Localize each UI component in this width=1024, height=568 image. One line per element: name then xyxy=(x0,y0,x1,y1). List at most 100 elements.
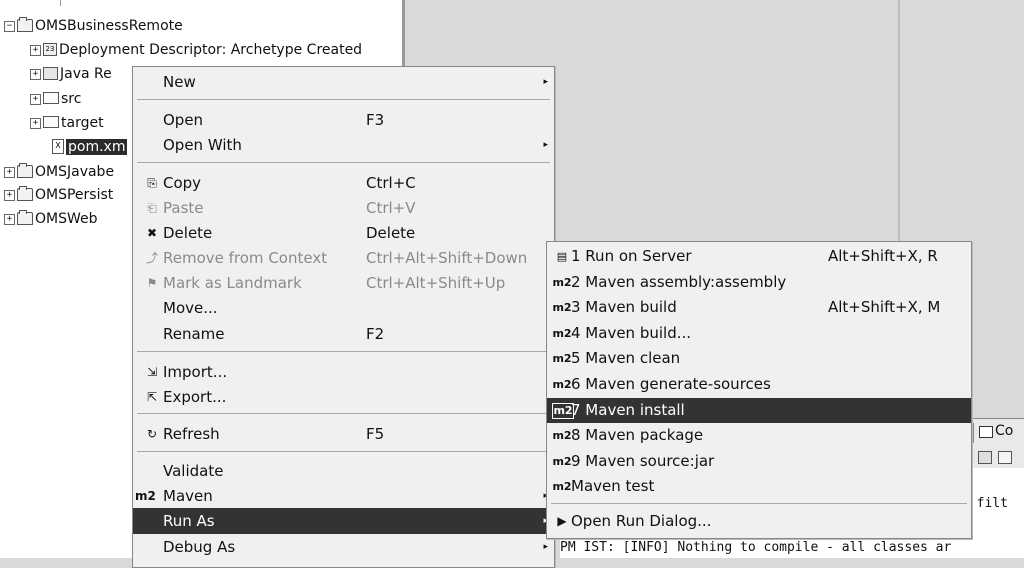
submenu-item-maven-clean[interactable]: m2 5 Maven clean xyxy=(547,346,971,372)
expand-icon[interactable]: + xyxy=(30,44,41,56)
maven-m2-icon: m2 xyxy=(552,429,572,443)
tree-item-pom-xml[interactable]: Xpom.xm xyxy=(50,136,128,158)
tree-item-label: pom.xm xyxy=(66,139,128,155)
menu-item-refresh[interactable]: ↻ Refresh F5 xyxy=(133,421,554,447)
console-line: PM IST: [INFO] Nothing to compile - all … xyxy=(560,537,1024,558)
project-icon xyxy=(17,16,33,32)
submenu-item-open-run-dialog[interactable]: ▶ Open Run Dialog... xyxy=(547,509,971,535)
submenu-arrow-icon: ▸ xyxy=(543,140,548,150)
menu-item-label: Delete xyxy=(163,224,213,242)
submenu-item-maven-package[interactable]: m2 8 Maven package xyxy=(547,423,971,449)
menu-item-new[interactable]: New ▸ xyxy=(133,69,554,95)
menu-item-copy[interactable]: ⎘ Copy Ctrl+C xyxy=(133,170,554,196)
remove-context-icon: ⤴ xyxy=(145,251,158,265)
maven-m2-icon: m2 xyxy=(552,454,572,468)
tree-item-src[interactable]: + src xyxy=(30,88,81,110)
submenu-item-maven-build-dialog[interactable]: m2 4 Maven build... xyxy=(547,321,971,347)
tree-item-omspersistence[interactable]: + OMSPersist xyxy=(4,184,113,206)
submenu-arrow-icon: ▸ xyxy=(543,77,548,87)
tab-console[interactable]: Co xyxy=(995,423,1013,439)
submenu-item-label: 6 Maven generate-sources xyxy=(571,375,771,393)
tree-item-omsweb[interactable]: + OMSWeb xyxy=(4,208,98,230)
tree-item-omsbusinessremote[interactable]: − OMSBusinessRemote xyxy=(4,15,183,37)
maven-m2-icon: m2 xyxy=(552,326,572,340)
copy-icon: ⎘ xyxy=(147,176,157,190)
tree-item-java-resources[interactable]: + Java Re xyxy=(30,63,112,85)
submenu-item-maven-build[interactable]: m2 3 Maven build Alt+Shift+X, M xyxy=(547,295,971,321)
menu-item-open[interactable]: Open F3 xyxy=(133,107,554,133)
project-icon xyxy=(17,185,33,201)
expand-icon[interactable]: + xyxy=(4,166,15,178)
menu-item-paste[interactable]: ⎗ Paste Ctrl+V xyxy=(133,195,554,221)
submenu-item-run-on-server[interactable]: ▤ 1 Run on Server Alt+Shift+X, R xyxy=(547,244,971,270)
submenu-item-maven-test[interactable]: m2 Maven test xyxy=(547,474,971,500)
tree-item-deployment-descriptor[interactable]: +23 Deployment Descriptor: Archetype Crea… xyxy=(30,39,362,61)
menu-item-run-as[interactable]: Run As ▸ xyxy=(133,508,554,534)
tree-item-label: OMSJavabe xyxy=(35,164,115,180)
submenu-item-label: 5 Maven clean xyxy=(571,349,681,368)
submenu-item-label: 3 Maven build xyxy=(571,298,677,317)
tree-guide-line xyxy=(60,0,61,6)
menu-item-debug-as[interactable]: Debug As ▸ xyxy=(133,534,554,560)
menu-item-label: Validate xyxy=(163,462,224,480)
submenu-item-maven-generate-sources[interactable]: m2 6 Maven generate-sources xyxy=(547,372,971,398)
menu-item-mark-as-landmark[interactable]: ⚑ Mark as Landmark Ctrl+Alt+Shift+Up xyxy=(133,270,554,296)
menu-item-label: Copy xyxy=(163,174,202,192)
maven-m2-icon: m2 xyxy=(552,352,572,366)
submenu-item-label: 8 Maven package xyxy=(571,426,704,445)
menu-item-export[interactable]: ⇱ Export... xyxy=(133,384,554,410)
context-menu: New ▸ Open F3 Open With ▸ ⎘ Copy Ctrl+C … xyxy=(132,66,555,568)
menu-item-label: Run As xyxy=(163,512,215,530)
maven-m2-icon: m2 xyxy=(552,378,572,391)
submenu-item-label: 4 Maven build... xyxy=(571,323,692,342)
menu-item-label: Paste xyxy=(163,199,204,217)
expand-icon[interactable]: + xyxy=(4,189,15,201)
menu-item-shortcut: F3 xyxy=(366,111,385,129)
expand-icon[interactable]: + xyxy=(4,213,15,225)
menu-item-shortcut: F2 xyxy=(366,325,385,343)
run-dialog-icon: ▶ xyxy=(557,514,567,528)
menu-item-delete[interactable]: ✖ Delete Delete xyxy=(133,220,554,246)
clear-console-icon[interactable] xyxy=(978,451,992,464)
submenu-item-label: Open Run Dialog... xyxy=(571,512,712,530)
console-icon xyxy=(979,426,993,438)
folder-icon xyxy=(43,116,59,128)
menu-item-validate[interactable]: Validate xyxy=(133,458,554,484)
menu-item-rename[interactable]: Rename F2 xyxy=(133,321,554,347)
menu-item-shortcut: Ctrl+Alt+Shift+Up xyxy=(366,274,506,292)
collapse-icon[interactable]: − xyxy=(4,20,15,32)
expand-icon[interactable]: + xyxy=(30,68,41,80)
console-toolbar xyxy=(970,446,1024,468)
tree-item-label: OMSBusinessRemote xyxy=(35,18,183,34)
tree-item-label: src xyxy=(61,91,82,107)
menu-item-open-with[interactable]: Open With ▸ xyxy=(133,132,554,158)
tree-item-label: Java Re xyxy=(60,66,112,82)
scroll-lock-icon[interactable] xyxy=(998,451,1012,464)
maven-m2-icon: m2 xyxy=(552,275,572,289)
submenu-item-shortcut: Alt+Shift+X, R xyxy=(828,247,938,265)
menu-separator xyxy=(137,451,550,452)
menu-item-label: Refresh xyxy=(163,425,220,443)
tree-item-omsjavabeans[interactable]: + OMSJavabe xyxy=(4,161,114,183)
menu-item-label: Remove from Context xyxy=(163,249,328,267)
menu-item-import[interactable]: ⇲ Import... xyxy=(133,359,554,385)
submenu-item-label: 2 Maven assembly:assembly xyxy=(571,272,787,291)
menu-item-shortcut: Delete xyxy=(366,224,416,242)
expand-icon[interactable]: + xyxy=(30,93,41,105)
import-icon: ⇲ xyxy=(146,365,158,379)
java-resources-icon xyxy=(43,66,58,80)
expand-icon[interactable]: + xyxy=(30,117,41,129)
menu-item-label: Debug As xyxy=(163,538,236,556)
menu-item-maven[interactable]: m2 Maven ▸ xyxy=(133,483,554,509)
tree-item-target[interactable]: + target xyxy=(30,112,104,134)
submenu-item-maven-assembly[interactable]: m2 2 Maven assembly:assembly xyxy=(547,270,971,296)
submenu-item-label: 1 Run on Server xyxy=(571,247,692,265)
xml-file-icon: X xyxy=(52,138,64,154)
maven-m2-icon: m2 xyxy=(135,489,156,503)
submenu-item-label: 7 Maven install xyxy=(571,400,685,419)
menu-item-remove-from-context[interactable]: ⤴ Remove from Context Ctrl+Alt+Shift+Dow… xyxy=(133,245,554,271)
submenu-item-maven-source-jar[interactable]: m2 9 Maven source:jar xyxy=(547,449,971,475)
menu-item-move[interactable]: Move... xyxy=(133,295,554,321)
server-icon: ▤ xyxy=(556,250,568,263)
submenu-item-maven-install[interactable]: m2 7 Maven install xyxy=(547,397,971,424)
